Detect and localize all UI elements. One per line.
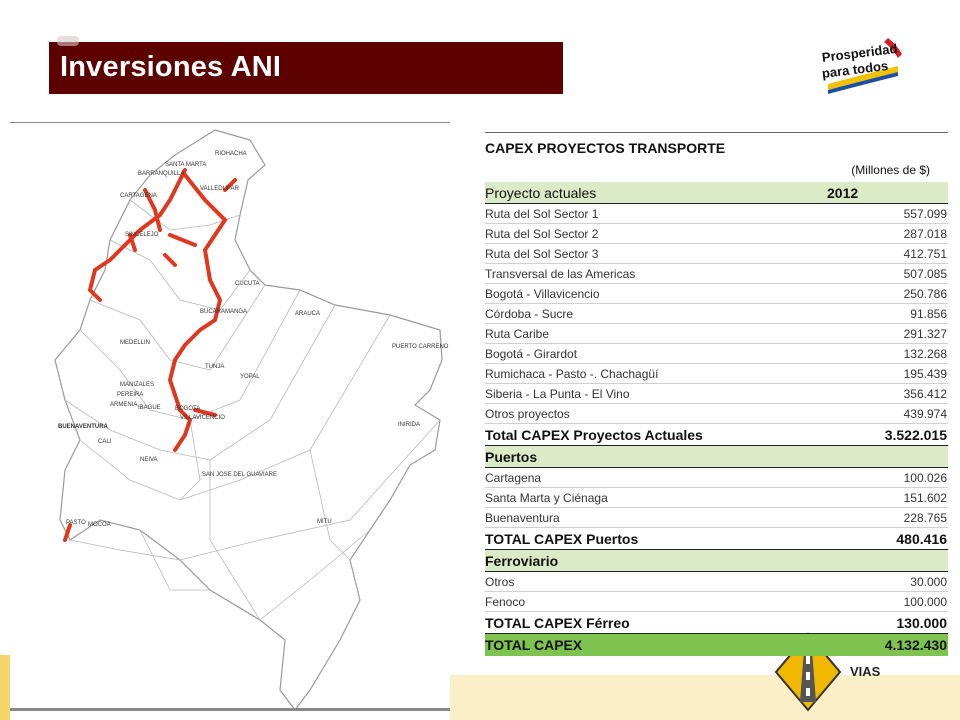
total-puertos-row: TOTAL CAPEX Puertos 480.416 xyxy=(485,528,948,550)
city-label-manizales: MANIZALES xyxy=(120,382,154,388)
city-label-armenia: ARMENIA xyxy=(110,402,137,408)
city-label-puerto-carreno: PUERTO CARRENO xyxy=(392,344,449,350)
map-bottom-rule xyxy=(10,708,450,711)
table-row: Fenoco 100.000 xyxy=(485,592,948,612)
city-label-neiva: NEIVA xyxy=(140,457,158,463)
colombia-map: RIOHACHA SANTA MARTA BARRANQUILLA VALLED… xyxy=(10,120,450,715)
city-label-mocoa: MOCOA xyxy=(88,522,111,528)
table-row: Cartagena 100.026 xyxy=(485,468,948,488)
city-label-cali: CALI xyxy=(98,439,112,445)
header-band: Proyecto actuales 2012 xyxy=(485,182,948,204)
total-actuales-row: Total CAPEX Proyectos Actuales 3.522.015 xyxy=(485,424,948,446)
prosperidad-logo: Prosperidad para todos xyxy=(818,36,904,96)
city-label-sincelejo: SINCELEJO xyxy=(125,232,159,238)
country-outline xyxy=(54,129,443,711)
city-label-bogota: BOGOTA xyxy=(175,406,200,412)
city-label-barranquilla: BARRANQUILLA xyxy=(138,171,184,177)
city-label-valledupar: VALLEDUPAR xyxy=(200,186,239,192)
map-top-rule xyxy=(10,122,450,123)
table-row: Transversal de las Americas 507.085 xyxy=(485,264,948,284)
table-row: Ruta del Sol Sector 2 287.018 xyxy=(485,224,948,244)
city-label-santa-marta: SANTA MARTA xyxy=(165,162,206,168)
table-unit: (Millones de $) xyxy=(851,163,930,177)
city-label-inirida: INIRIDA xyxy=(398,422,420,428)
table-row: Ruta del Sol Sector 1 557.099 xyxy=(485,204,948,224)
map-svg: RIOHACHA SANTA MARTA BARRANQUILLA VALLED… xyxy=(54,129,449,711)
grand-total-row: TOTAL CAPEX 4.132.430 xyxy=(485,634,948,656)
table-row: Córdoba - Sucre 91.856 xyxy=(485,304,948,324)
city-label-cucuta: CUCUTA xyxy=(235,281,260,287)
column-year-header: 2012 xyxy=(827,184,859,201)
city-label-ibague: IBAGUE xyxy=(138,405,161,411)
total-ferreo-row: TOTAL CAPEX Férreo 130.000 xyxy=(485,612,948,634)
page-title: Inversiones ANI xyxy=(60,51,282,83)
table-row: Bogotá - Villavicencio 250.786 xyxy=(485,284,948,304)
city-label-medellin: MEDELLIN xyxy=(120,340,150,346)
city-label-riohacha: RIOHACHA xyxy=(215,151,247,157)
city-label-san-jose-del-guaviare: SAN JOSE DEL GUAVIARE xyxy=(202,472,277,478)
title-ghost-decoration xyxy=(57,36,79,46)
city-label-mitu: MITU xyxy=(317,519,332,525)
city-label-villavicencio: VILLAVICENCIO xyxy=(180,415,225,421)
table-row: Bogotá - Girardot 132.268 xyxy=(485,344,948,364)
table-row: Buenaventura 228.765 xyxy=(485,508,948,528)
table-row: Ruta Caribe 291.327 xyxy=(485,324,948,344)
city-labels: RIOHACHA SANTA MARTA BARRANQUILLA VALLED… xyxy=(58,151,449,528)
city-label-tunja: TUNJA xyxy=(205,364,224,370)
section-puertos: Puertos xyxy=(485,446,948,468)
concession-roads xyxy=(63,168,237,542)
table-row: Santa Marta y Ciénaga 151.602 xyxy=(485,488,948,508)
table-row: Rumichaca - Pasto -. Chachagüí 195.439 xyxy=(485,364,948,384)
city-label-pasto: PASTO xyxy=(66,520,86,526)
section-ferroviario: Ferroviario xyxy=(485,550,948,572)
city-label-arauca: ARAUCA xyxy=(295,311,320,317)
title-bar: Inversiones ANI xyxy=(49,36,563,94)
table-row: Otros proyectos 439.974 xyxy=(485,404,948,424)
left-accent-strip xyxy=(0,655,10,720)
department-borders xyxy=(64,199,441,621)
capex-table: CAPEX PROYECTOS TRANSPORTE (Millones de … xyxy=(485,132,948,656)
vias-sign-text: VIAS xyxy=(850,664,881,679)
city-label-buenaventura: BUENAVENTURA xyxy=(58,424,109,430)
table-title: CAPEX PROYECTOS TRANSPORTE xyxy=(485,132,948,158)
city-label-cartagena: CARTAGENA xyxy=(120,193,157,199)
city-label-bucaramanga: BUCARAMANGA xyxy=(200,309,247,315)
table-row: Otros 30.000 xyxy=(485,572,948,592)
city-label-yopal: YOPAL xyxy=(240,374,260,380)
table-row: Ruta del Sol Sector 3 412.751 xyxy=(485,244,948,264)
table-row: Siberia - La Punta - El Vino 356.412 xyxy=(485,384,948,404)
city-label-pereira: PEREIRA xyxy=(117,392,143,398)
column-project-header: Proyecto actuales xyxy=(485,184,597,201)
